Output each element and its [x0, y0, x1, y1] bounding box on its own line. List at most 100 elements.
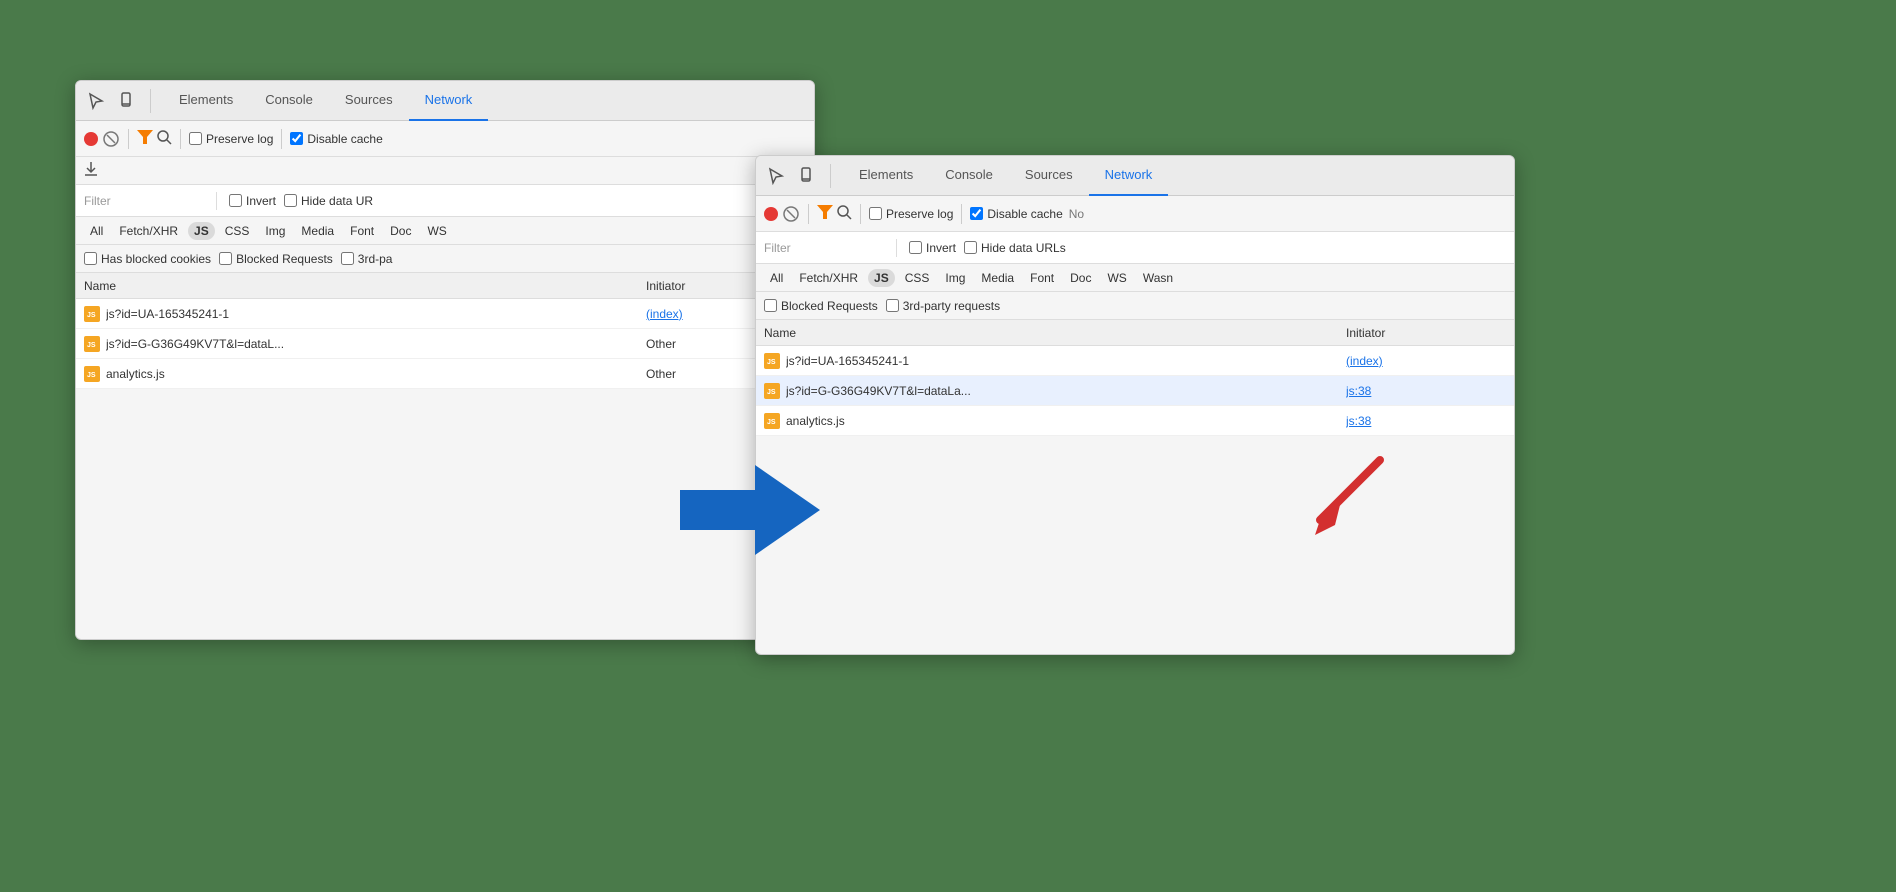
row-name-f3: analytics.js: [786, 414, 1346, 428]
type-js-front[interactable]: JS: [868, 269, 895, 287]
stop-button[interactable]: [102, 130, 120, 148]
row-name-f1: js?id=UA-165345241-1: [786, 354, 1346, 368]
type-filter-bar-front: All Fetch/XHR JS CSS Img Media Font Doc …: [756, 264, 1514, 292]
tab-sources-front[interactable]: Sources: [1009, 156, 1089, 196]
third-party-check-front[interactable]: 3rd-party requests: [886, 299, 1000, 313]
third-party-checkbox[interactable]: [341, 252, 354, 265]
network-table-front: Name Initiator JS js?id=UA-165345241-1 (…: [756, 320, 1514, 436]
type-css[interactable]: CSS: [219, 222, 256, 240]
initiator-link-f2[interactable]: js:38: [1346, 384, 1371, 398]
stop-button-front[interactable]: [782, 205, 800, 223]
devtools-panel-front: Elements Console Sources Network Preserv…: [755, 155, 1515, 655]
disable-cache-label-front[interactable]: Disable cache: [970, 207, 1062, 221]
preserve-log-checkbox-front[interactable]: [869, 207, 882, 220]
type-font-front[interactable]: Font: [1024, 269, 1060, 287]
third-party-text-front: 3rd-party requests: [903, 299, 1000, 313]
table-row[interactable]: JS js?id=UA-165345241-1 (index): [76, 299, 814, 329]
type-font[interactable]: Font: [344, 222, 380, 240]
table-row[interactable]: JS analytics.js Other: [76, 359, 814, 389]
table-row[interactable]: JS analytics.js js:38: [756, 406, 1514, 436]
js-file-icon-f2: JS: [764, 383, 780, 399]
filter-input-back[interactable]: [84, 194, 204, 208]
filter-input-front[interactable]: [764, 241, 884, 255]
tab-console-front[interactable]: Console: [929, 156, 1009, 196]
filter-bar-back: Invert Hide data UR: [76, 185, 814, 217]
third-party-check[interactable]: 3rd-pa: [341, 252, 393, 266]
search-icon[interactable]: [157, 130, 172, 148]
type-xhr-front[interactable]: Fetch/XHR: [793, 269, 864, 287]
js-file-icon: JS: [84, 366, 100, 382]
tab-sources[interactable]: Sources: [329, 81, 409, 121]
type-media-front[interactable]: Media: [975, 269, 1020, 287]
type-js[interactable]: JS: [188, 222, 215, 240]
type-doc[interactable]: Doc: [384, 222, 417, 240]
mobile-icon[interactable]: [114, 89, 138, 113]
download-icon[interactable]: [84, 162, 98, 179]
preserve-log-label-front[interactable]: Preserve log: [869, 207, 953, 221]
blocked-requests-check[interactable]: Blocked Requests: [219, 252, 333, 266]
tab-bar-front: Elements Console Sources Network: [756, 156, 1514, 196]
preserve-log-label[interactable]: Preserve log: [189, 132, 273, 146]
network-toolbar2-back: [76, 157, 814, 185]
filter-icon-front[interactable]: [817, 205, 833, 222]
tab-network-front[interactable]: Network: [1089, 156, 1169, 196]
table-row[interactable]: JS js?id=UA-165345241-1 (index): [756, 346, 1514, 376]
tab-elements[interactable]: Elements: [163, 81, 249, 121]
type-media[interactable]: Media: [295, 222, 340, 240]
type-img[interactable]: Img: [259, 222, 291, 240]
type-ws-front[interactable]: WS: [1101, 269, 1132, 287]
table-row[interactable]: JS js?id=G-G36G49KV7T&l=dataL... Other: [76, 329, 814, 359]
disable-cache-checkbox[interactable]: [290, 132, 303, 145]
cursor-icon-front[interactable]: [764, 164, 788, 188]
tab-network[interactable]: Network: [409, 81, 489, 121]
col-initiator-header-front: Initiator: [1346, 326, 1506, 340]
tab-console[interactable]: Console: [249, 81, 329, 121]
preserve-log-checkbox[interactable]: [189, 132, 202, 145]
invert-checkbox-front[interactable]: [909, 241, 922, 254]
third-party-checkbox-front[interactable]: [886, 299, 899, 312]
initiator-link-f1[interactable]: (index): [1346, 354, 1383, 368]
type-xhr[interactable]: Fetch/XHR: [113, 222, 184, 240]
type-all[interactable]: All: [84, 222, 109, 240]
record-button[interactable]: [84, 132, 98, 146]
devtools-icon-group: [84, 89, 151, 113]
hide-data-checkbox-front[interactable]: [964, 241, 977, 254]
type-all-front[interactable]: All: [764, 269, 789, 287]
tab-bar-back: Elements Console Sources Network: [76, 81, 814, 121]
disable-cache-text-front: Disable cache: [987, 207, 1062, 221]
has-blocked-checkbox[interactable]: [84, 252, 97, 265]
hide-data-urls-check-front[interactable]: Hide data URLs: [964, 241, 1066, 255]
cursor-icon[interactable]: [84, 89, 108, 113]
initiator-link-1[interactable]: (index): [646, 307, 683, 321]
table-row[interactable]: JS js?id=G-G36G49KV7T&l=dataLa... js:38: [756, 376, 1514, 406]
tab-elements-front[interactable]: Elements: [843, 156, 929, 196]
hide-data-checkbox[interactable]: [284, 194, 297, 207]
invert-label: Invert: [246, 194, 276, 208]
disable-cache-label[interactable]: Disable cache: [290, 132, 382, 146]
row-initiator-f1: (index): [1346, 354, 1506, 368]
js-file-icon-f1: JS: [764, 353, 780, 369]
initiator-link-f3[interactable]: js:38: [1346, 414, 1371, 428]
type-wasn-front[interactable]: Wasn: [1137, 269, 1179, 287]
mobile-icon-front[interactable]: [794, 164, 818, 188]
type-css-front[interactable]: CSS: [899, 269, 936, 287]
invert-checkbox[interactable]: [229, 194, 242, 207]
svg-text:JS: JS: [87, 312, 96, 319]
table-header-front: Name Initiator: [756, 320, 1514, 346]
col-name-header: Name: [84, 279, 646, 293]
invert-check-front[interactable]: Invert: [909, 241, 956, 255]
disable-cache-checkbox-front[interactable]: [970, 207, 983, 220]
invert-check-back[interactable]: Invert: [229, 194, 276, 208]
type-ws[interactable]: WS: [421, 222, 452, 240]
record-button-front[interactable]: [764, 207, 778, 221]
blocked-requests-checkbox[interactable]: [219, 252, 232, 265]
hide-data-urls-check-back[interactable]: Hide data UR: [284, 194, 373, 208]
search-icon-front[interactable]: [837, 205, 852, 223]
has-blocked-text: Has blocked cookies: [101, 252, 211, 266]
has-blocked-check[interactable]: Has blocked cookies: [84, 252, 211, 266]
type-doc-front[interactable]: Doc: [1064, 269, 1097, 287]
filter-icon[interactable]: [137, 130, 153, 147]
blocked-requests-check-front[interactable]: Blocked Requests: [764, 299, 878, 313]
blocked-requests-checkbox-front[interactable]: [764, 299, 777, 312]
type-img-front[interactable]: Img: [939, 269, 971, 287]
